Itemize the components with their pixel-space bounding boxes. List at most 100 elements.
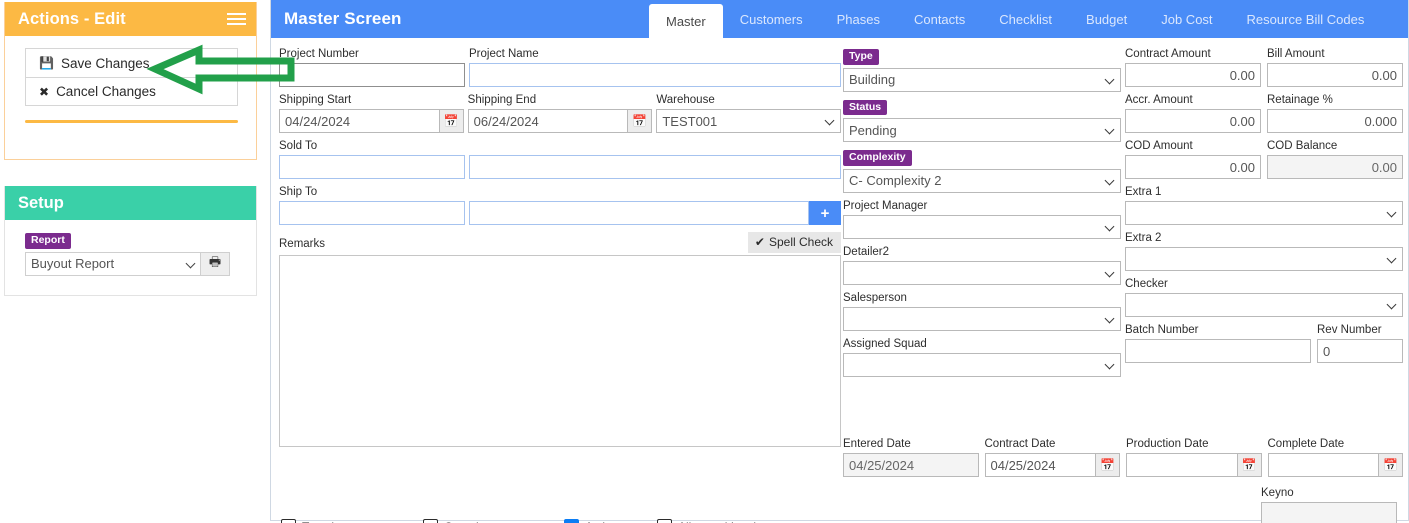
calendar-icon[interactable]: 📅 [438, 109, 464, 133]
checkbox-active[interactable]: Active [564, 519, 657, 523]
field-retainage-pct: Retainage % [1267, 94, 1403, 133]
field-sold-to-name [469, 140, 841, 179]
field-ship-to-name: + [469, 186, 841, 225]
keyno-label: Keyno [1261, 487, 1294, 499]
actions-panel-header: Actions - Edit [5, 2, 256, 36]
ship-to-name-group: + [469, 201, 841, 225]
cancel-changes-button[interactable]: ✖ Cancel Changes [26, 77, 237, 105]
calendar-icon[interactable]: 📅 [1378, 453, 1403, 477]
rev-number-input[interactable] [1317, 339, 1403, 363]
row-amounts-2: Accr. Amount Retainage % [1125, 94, 1403, 133]
tab-master[interactable]: Master [649, 4, 723, 38]
save-changes-button[interactable]: 💾 Save Changes [26, 49, 237, 77]
detailer2-select[interactable] [843, 260, 1121, 285]
salesperson-label: Salesperson [843, 291, 907, 304]
contract-amount-input[interactable] [1125, 63, 1261, 87]
status-selectbox: Pending [843, 118, 1121, 142]
checkbox-active-box[interactable] [564, 519, 579, 523]
shipping-end-label: Shipping End [467, 94, 537, 106]
checkbox-active-label: Active [585, 520, 618, 523]
checkbox-allocated-invoice[interactable]: Allocated Invoice [657, 519, 769, 523]
complexity-selectbox: C- Complexity 2 [843, 168, 1121, 193]
warehouse-select[interactable]: TEST001 [656, 109, 842, 133]
tab-contacts[interactable]: Contacts [897, 0, 982, 38]
batch-number-input[interactable] [1125, 339, 1311, 363]
shipping-start-group: 📅 [279, 109, 464, 133]
sold-to-code-input[interactable] [279, 155, 465, 179]
checker-selectbox [1125, 293, 1403, 317]
field-extra1: Extra 1 [1125, 186, 1403, 225]
field-contract-date: Contract Date 📅 [984, 438, 1120, 477]
tab-phases[interactable]: Phases [820, 0, 897, 38]
type-badge: Type [843, 49, 879, 65]
field-rev-number: Rev Number [1317, 324, 1403, 363]
checkbox-complete-box[interactable] [423, 519, 438, 523]
project-number-input[interactable] [279, 63, 465, 87]
shipping-start-input[interactable] [279, 109, 439, 133]
report-select[interactable]: Buyout Report [25, 251, 201, 276]
remarks-textarea[interactable] [279, 255, 841, 447]
rev-number-label: Rev Number [1317, 324, 1382, 336]
bill-amount-input[interactable] [1267, 63, 1403, 87]
extra1-label: Extra 1 [1125, 186, 1162, 198]
field-shipping-end: Shipping End 📅 [467, 94, 653, 133]
cod-amount-input[interactable] [1125, 155, 1261, 179]
project-manager-select[interactable] [843, 214, 1121, 239]
ship-to-label: Ship To [279, 186, 318, 198]
complexity-badge: Complexity [843, 150, 912, 166]
project-name-label: Project Name [469, 48, 539, 60]
contract-amount-label: Contract Amount [1125, 48, 1211, 60]
extra1-select[interactable] [1125, 201, 1403, 225]
calendar-icon[interactable]: 📅 [1236, 453, 1262, 477]
assigned-squad-select[interactable] [843, 352, 1121, 377]
shipping-end-input[interactable] [467, 109, 628, 133]
tab-job-cost[interactable]: Job Cost [1144, 0, 1229, 38]
checkbox-complete[interactable]: Complete [423, 519, 564, 523]
cod-balance-input [1267, 155, 1403, 179]
tab-checklist[interactable]: Checklist [982, 0, 1069, 38]
production-date-input[interactable] [1126, 453, 1237, 477]
field-shipping-start: Shipping Start 📅 [279, 94, 464, 133]
complete-date-input[interactable] [1267, 453, 1378, 477]
field-salesperson: Salesperson [843, 292, 1121, 331]
checker-select[interactable] [1125, 293, 1403, 317]
detailer2-label: Detailer2 [843, 245, 890, 258]
hamburger-icon[interactable] [227, 11, 246, 27]
status-select[interactable]: Pending [843, 118, 1121, 142]
form-area: Project Number Project Name Shipping Sta… [271, 38, 1408, 523]
middle-form-block: Type Building Status Pending Complexity … [843, 48, 1121, 384]
field-batch-number: Batch Number [1125, 324, 1311, 363]
field-project-manager: Project Manager [843, 200, 1121, 239]
project-name-input[interactable] [469, 63, 841, 87]
setup-panel-body: Report Buyout Report 🖶 [5, 220, 256, 276]
field-type: Type Building [843, 48, 1121, 92]
field-cod-balance: COD Balance [1267, 140, 1403, 179]
add-ship-to-button[interactable]: + [809, 201, 841, 225]
contract-date-input[interactable] [984, 453, 1095, 477]
checkbox-template-box[interactable] [281, 519, 296, 523]
calendar-icon[interactable]: 📅 [1095, 453, 1120, 477]
tab-resource-bill-codes[interactable]: Resource Bill Codes [1230, 0, 1382, 38]
type-select[interactable]: Building [843, 67, 1121, 92]
calendar-icon[interactable]: 📅 [627, 109, 653, 133]
extra2-select[interactable] [1125, 247, 1403, 271]
checkbox-allocated-invoice-box[interactable] [657, 519, 672, 523]
complexity-select[interactable]: C- Complexity 2 [843, 168, 1121, 193]
accr-amount-input[interactable] [1125, 109, 1261, 133]
sold-to-name-input[interactable] [469, 155, 841, 179]
checkbox-template[interactable]: Template [281, 519, 423, 523]
row-shipping: Shipping Start 📅 Shipping End 📅 [279, 94, 842, 133]
spell-check-button[interactable]: ✔ Spell Check [747, 232, 841, 253]
field-extra2: Extra 2 [1125, 232, 1403, 271]
printer-icon[interactable]: 🖶 [201, 251, 230, 276]
save-disk-icon: 💾 [39, 56, 54, 70]
tab-customers[interactable]: Customers [723, 0, 820, 38]
ship-to-code-input[interactable] [279, 201, 465, 225]
salesperson-select[interactable] [843, 306, 1121, 331]
ship-to-name-input[interactable] [469, 201, 809, 225]
retainage-pct-input[interactable] [1267, 109, 1403, 133]
assigned-squad-selectbox [843, 352, 1121, 377]
complete-date-label: Complete Date [1267, 438, 1345, 450]
tab-budget[interactable]: Budget [1069, 0, 1144, 38]
production-date-label: Production Date [1126, 438, 1209, 450]
